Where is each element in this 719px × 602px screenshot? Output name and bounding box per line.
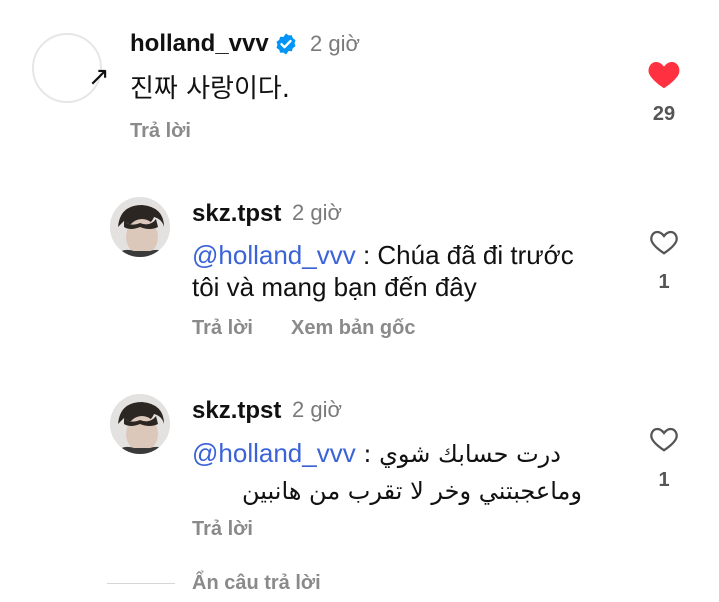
avatar[interactable]	[110, 197, 170, 257]
verified-badge-icon	[276, 33, 296, 55]
divider	[107, 583, 175, 584]
comment-text-line1: @holland_vvv : درت حسابك شوي	[192, 432, 561, 475]
avatar-photo	[110, 197, 170, 257]
comment-text: : درت حسابك شوي	[355, 440, 561, 468]
heart-outline-icon[interactable]	[649, 228, 679, 256]
timestamp: 2 giờ	[292, 397, 342, 422]
timestamp: 2 giờ	[292, 200, 342, 225]
comment-text: 진짜 사랑이다.	[130, 74, 291, 104]
reply-button[interactable]: Trả lời	[130, 120, 191, 143]
comment-text-line2: tôi và mang bạn đến đây	[192, 272, 477, 302]
username[interactable]: skz.tpst	[192, 200, 281, 228]
heart-outline-icon[interactable]	[649, 425, 679, 453]
avatar-photo	[110, 394, 170, 454]
heart-filled-icon[interactable]	[647, 58, 681, 90]
like-count: 1	[658, 469, 670, 491]
avatar-mark: ↗	[88, 62, 110, 92]
mention-link[interactable]: @holland_vvv	[192, 438, 356, 468]
like-count: 29	[652, 103, 676, 125]
reply-button[interactable]: Trả lời	[192, 317, 253, 340]
see-original-button[interactable]: Xem bản gốc	[291, 317, 415, 340]
reply-button[interactable]: Trả lời	[192, 518, 253, 541]
timestamp: 2 giờ	[310, 31, 360, 56]
like-count: 1	[658, 271, 670, 293]
username[interactable]: holland_vvv	[130, 30, 269, 58]
hide-replies-button[interactable]: Ẩn câu trả lời	[192, 572, 321, 595]
username[interactable]: skz.tpst	[192, 397, 281, 425]
comment-text-line2: وماعجبتني وخر لا تقرب من هانبين	[242, 477, 582, 505]
avatar[interactable]	[110, 394, 170, 454]
